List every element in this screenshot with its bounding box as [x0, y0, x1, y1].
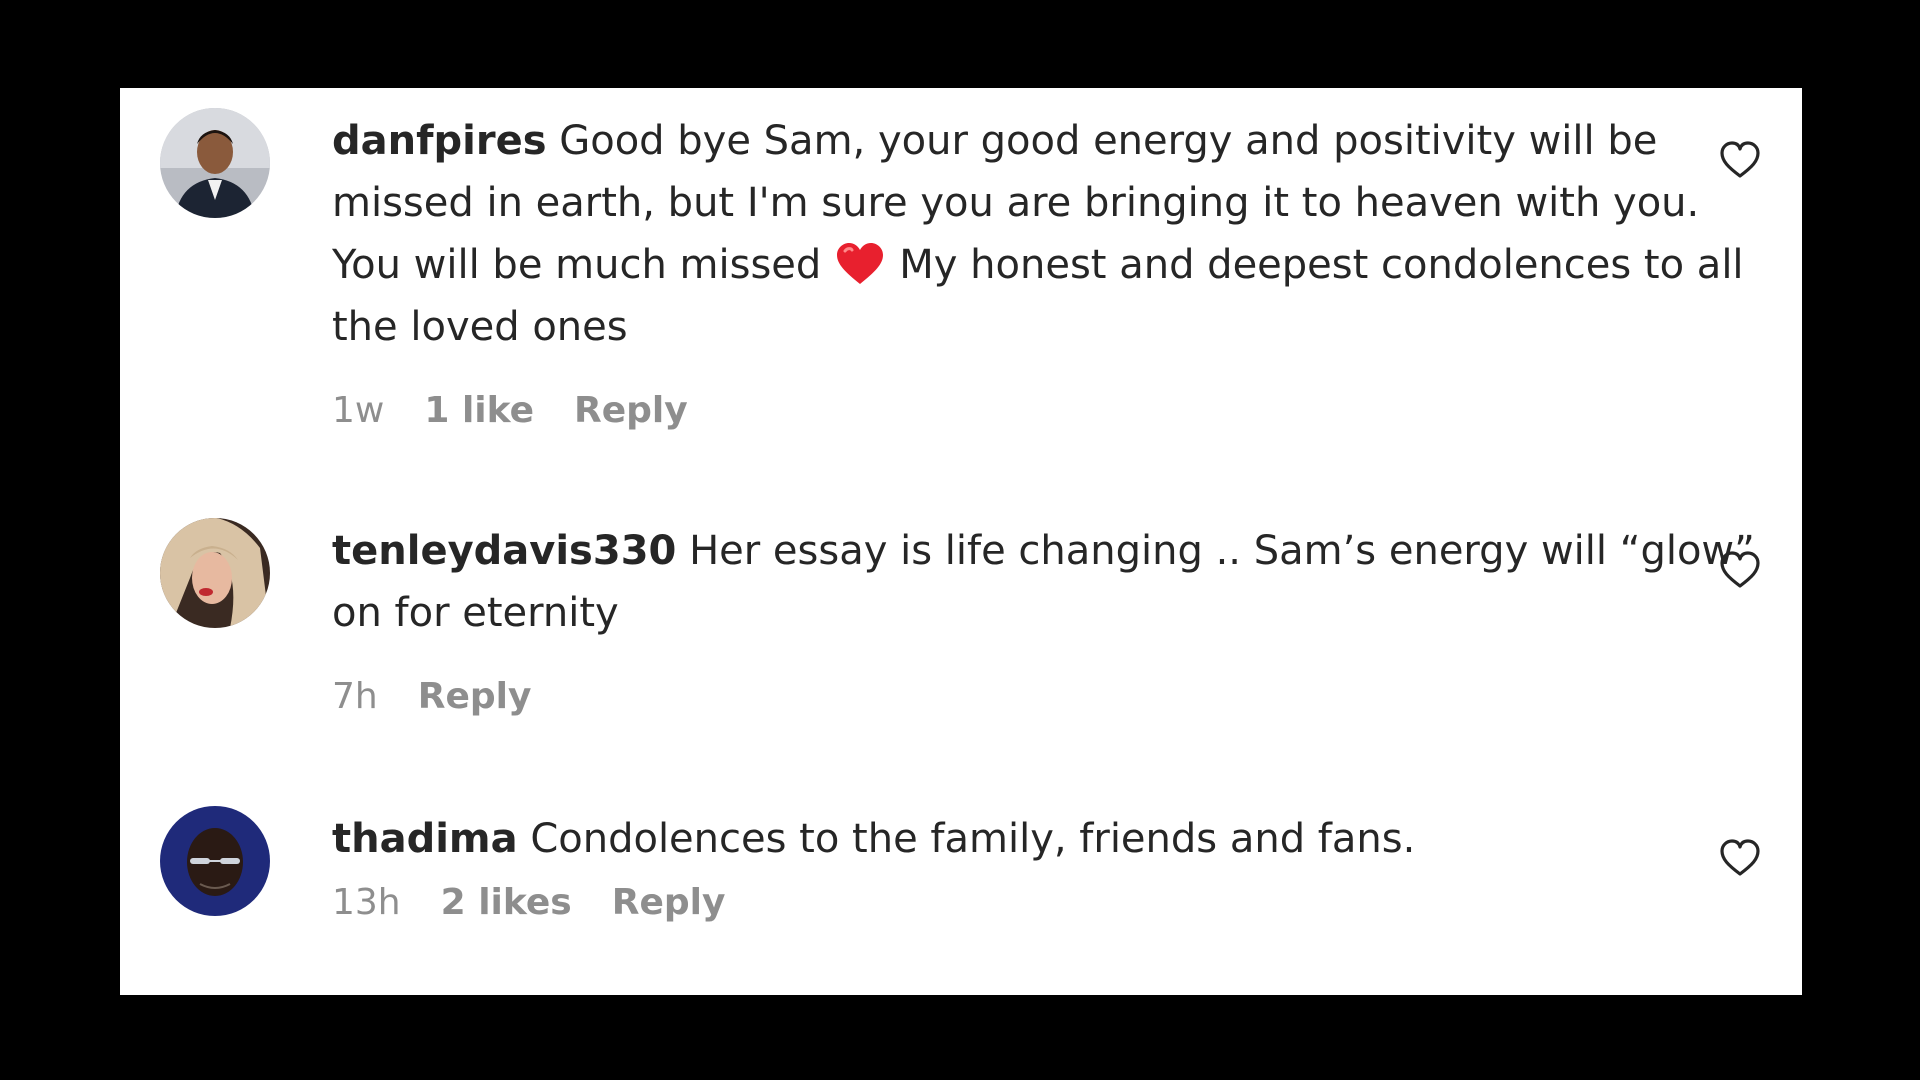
reply-button[interactable]: Reply	[612, 882, 726, 923]
comment-meta: 1w 1 like Reply	[332, 386, 1772, 434]
avatar-image	[160, 108, 270, 218]
comment-time[interactable]: 1w	[332, 390, 384, 431]
comment-likes[interactable]: 1 like	[424, 390, 534, 431]
avatar[interactable]	[160, 108, 270, 218]
heart-outline-icon	[1720, 839, 1760, 876]
red-heart-emoji-icon	[837, 243, 884, 284]
comment-meta: 13h 2 likes Reply	[332, 878, 1772, 926]
comment-likes[interactable]: 2 likes	[441, 882, 572, 923]
like-button[interactable]	[1718, 140, 1762, 180]
comment-text: tenleydavis330 Her essay is life changin…	[332, 520, 1772, 644]
reply-button[interactable]: Reply	[574, 390, 688, 431]
comments-panel: danfpires Good bye Sam, your good energy…	[120, 88, 1802, 995]
comment-text: danfpires Good bye Sam, your good energy…	[332, 110, 1772, 358]
comment-time[interactable]: 7h	[332, 676, 378, 717]
comment-body: thadima Condolences to the family, frien…	[332, 808, 1772, 926]
comment-time[interactable]: 13h	[332, 882, 401, 923]
comment-body: danfpires Good bye Sam, your good energy…	[332, 110, 1772, 434]
avatar-image	[160, 518, 270, 628]
avatar[interactable]	[160, 806, 270, 916]
comment-username[interactable]: thadima	[332, 816, 518, 862]
like-button[interactable]	[1718, 838, 1762, 878]
comment-text: thadima Condolences to the family, frien…	[332, 808, 1772, 870]
comment-username[interactable]: tenleydavis330	[332, 528, 676, 574]
comment-username[interactable]: danfpires	[332, 118, 547, 164]
reply-button[interactable]: Reply	[418, 676, 532, 717]
comment-text-part: Condolences to the family, friends and f…	[530, 816, 1416, 862]
avatar[interactable]	[160, 518, 270, 628]
comment-meta: 7h Reply	[332, 672, 1772, 720]
comment-body: tenleydavis330 Her essay is life changin…	[332, 520, 1772, 720]
avatar-image	[160, 806, 270, 916]
heart-outline-icon	[1720, 141, 1760, 178]
heart-outline-icon	[1720, 551, 1760, 588]
like-button[interactable]	[1718, 550, 1762, 590]
